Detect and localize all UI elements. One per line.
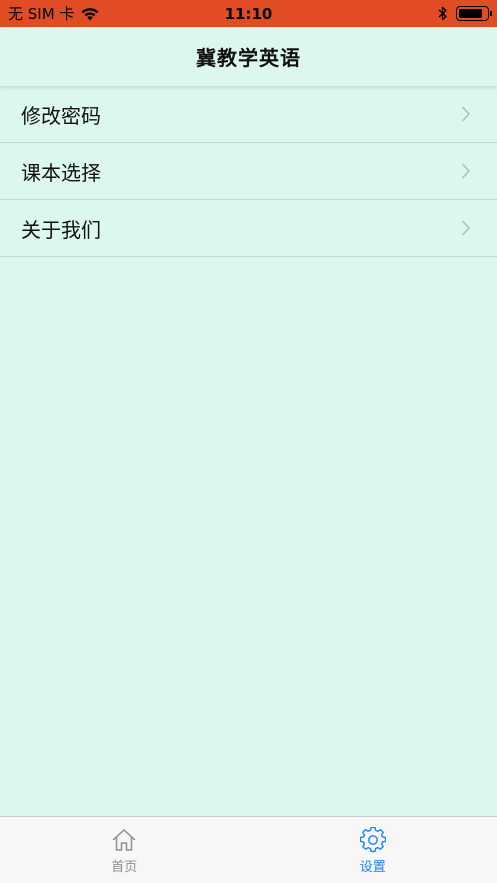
chevron-right-icon <box>462 106 470 122</box>
gear-icon <box>359 827 386 853</box>
menu-item-label: 课本选择 <box>21 160 101 185</box>
nav-bar: 冀教学英语 <box>0 27 497 86</box>
status-right <box>438 0 492 27</box>
tab-home-label: 首页 <box>111 860 138 875</box>
tab-bar: 首页 设置 <box>0 816 497 883</box>
bluetooth-icon <box>438 6 447 21</box>
home-icon <box>113 829 136 851</box>
chevron-right-icon <box>462 220 470 236</box>
battery-level <box>459 9 482 18</box>
battery-tip <box>489 11 492 16</box>
page-title: 冀教学英语 <box>196 46 301 70</box>
battery-icon <box>456 6 492 21</box>
menu-item-label: 修改密码 <box>21 103 101 128</box>
menu-item-change-password[interactable]: 修改密码 <box>0 86 497 143</box>
menu-item-about-us[interactable]: 关于我们 <box>0 200 497 257</box>
status-bar: 无 SIM 卡 11:10 <box>0 0 497 27</box>
settings-menu-list: 修改密码 课本选择 关于我们 <box>0 86 497 257</box>
status-time: 11:10 <box>224 4 273 23</box>
tab-settings[interactable]: 设置 <box>249 817 497 883</box>
chevron-right-icon <box>462 163 470 179</box>
tab-home[interactable]: 首页 <box>0 817 249 883</box>
menu-item-textbook-select[interactable]: 课本选择 <box>0 143 497 200</box>
app-screen: 无 SIM 卡 11:10 冀教学英语 修改密码 课本选择 关于我们 首页 设置 <box>0 0 497 883</box>
menu-item-label: 关于我们 <box>21 217 101 242</box>
tab-settings-label: 设置 <box>359 860 386 875</box>
